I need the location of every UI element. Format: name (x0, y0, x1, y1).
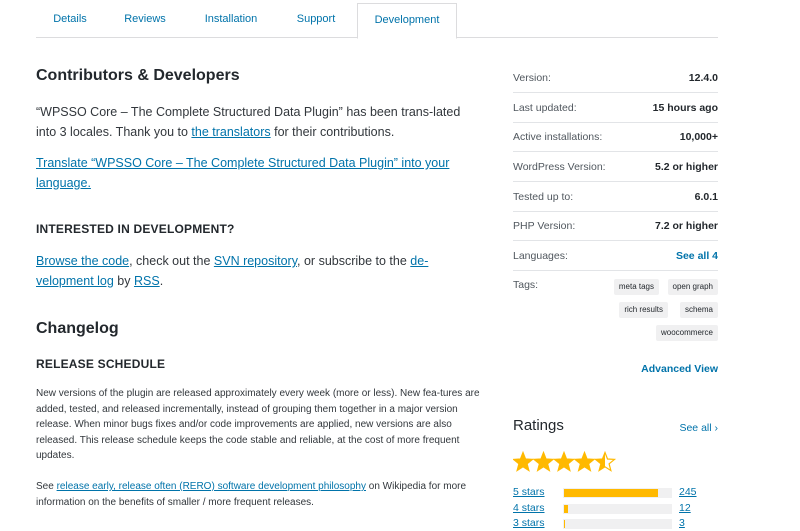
tag-woocommerce[interactable]: woocommerce (655, 325, 718, 341)
meta-label: Tested up to: (513, 191, 574, 203)
dev-text-1: , check out the (129, 254, 214, 268)
meta-label: Version: (513, 72, 551, 84)
browse-code-link[interactable]: Browse the code (36, 254, 129, 268)
translate-link[interactable]: Translate “WPSSO Core – The Complete Str… (36, 156, 449, 190)
meta-tested-up-to: Tested up to: 6.0.1 (513, 182, 718, 212)
meta-active-installations: Active installations: 10,000+ (513, 122, 718, 152)
rating-label[interactable]: 4 stars (513, 502, 545, 514)
development-paragraph: Browse the code, check out the SVN repos… (36, 252, 482, 291)
rating-label[interactable]: 3 stars (513, 517, 545, 529)
translate-link-line2: language. (36, 175, 91, 190)
meta-languages: Languages: See all 4 (513, 241, 718, 271)
meta-label: Languages: (513, 250, 568, 262)
meta-version: Version: 12.4.0 (513, 63, 718, 93)
rating-bar-fill (564, 489, 659, 497)
rating-count[interactable]: 245 (679, 486, 697, 498)
translate-link-line1: Translate “WPSSO Core – The Complete Str… (36, 156, 450, 170)
meta-value: 5.2 or higher (654, 161, 718, 173)
rating-count[interactable]: 3 (679, 517, 685, 529)
rero-paragraph: See release early, release often (RERO) … (36, 479, 482, 510)
rating-bar (563, 488, 672, 498)
meta-value-wrap: See all 4 (676, 250, 718, 262)
rating-count[interactable]: 12 (679, 502, 691, 514)
tag-meta-tags[interactable]: meta tags (613, 279, 659, 295)
star-icon (593, 451, 617, 472)
release-schedule-title: RELEASE SCHEDULE (36, 357, 166, 371)
changelog-title: Changelog (36, 320, 119, 337)
meta-label: Active installations: (513, 131, 603, 143)
rating-bar (563, 519, 672, 529)
star-rating (513, 451, 617, 472)
rating-row-5[interactable]: 5 stars 245 (513, 486, 718, 500)
translators-link[interactable]: the translators (191, 125, 270, 139)
rating-bar-fill (564, 505, 569, 513)
meta-value: 7.2 or higher (654, 220, 718, 232)
meta-last-updated: Last updated: 15 hours ago (513, 93, 718, 123)
ratings-see-all-link[interactable]: See all › (679, 422, 718, 434)
star-icon (552, 451, 576, 472)
dev-log-link-part1: de- (410, 254, 429, 268)
dev-text-4: . (159, 273, 164, 288)
meta-value: 10,000+ (679, 131, 718, 143)
rero-link[interactable]: release early, release often (RERO) soft… (57, 481, 366, 492)
meta-label: PHP Version: (513, 220, 576, 232)
rating-bar (563, 504, 672, 514)
star-icon (513, 451, 535, 472)
tab-installation[interactable]: Installation (186, 0, 276, 38)
release-schedule-paragraph: New versions of the plugin are released … (36, 388, 480, 461)
plugin-tabs: Details Reviews Installation Support Dev… (36, 0, 718, 39)
ratings-title: Ratings (513, 417, 564, 434)
rating-row-3[interactable]: 3 stars 3 (513, 517, 718, 531)
tag-rich-results[interactable]: rich results (619, 302, 668, 318)
meta-value: 12.4.0 (688, 72, 718, 84)
contributors-title: Contributors & Developers (36, 67, 240, 84)
meta-value: 15 hours ago (652, 102, 718, 114)
meta-wordpress-version: WordPress Version: 5.2 or higher (513, 152, 718, 182)
advanced-view-link[interactable]: Advanced View (641, 363, 718, 375)
see-text: See (36, 481, 57, 492)
meta-label: Last updated: (513, 102, 577, 114)
development-title: INTERESTED IN DEVELOPMENT? (36, 222, 235, 236)
tag-open-graph[interactable]: open graph (667, 279, 718, 295)
rating-label[interactable]: 5 stars (513, 486, 545, 498)
dev-log-link-part2: velopment log (36, 273, 114, 288)
star-icon (532, 451, 555, 472)
translated-paragraph: “WPSSO Core – The Complete Structured Da… (36, 103, 482, 142)
rss-link[interactable]: RSS (134, 274, 160, 288)
tab-reviews[interactable]: Reviews (108, 0, 182, 38)
svn-repository-link[interactable]: SVN repository (214, 254, 297, 268)
meta-label: WordPress Version: (513, 161, 606, 173)
see-all-label: See all (679, 422, 712, 434)
rating-row-4[interactable]: 4 stars 12 (513, 502, 718, 516)
dev-text-2: , or subscribe to the (297, 254, 411, 268)
dev-text-3: by (113, 273, 134, 288)
tab-support[interactable]: Support (280, 0, 352, 38)
translate-paragraph: Translate “WPSSO Core – The Complete Str… (36, 154, 482, 193)
meta-php-version: PHP Version: 7.2 or higher (513, 211, 718, 241)
meta-value: 6.0.1 (694, 191, 718, 203)
tab-details[interactable]: Details (36, 0, 104, 38)
chevron-right-icon: › (714, 422, 719, 434)
star-icon (573, 451, 596, 472)
tag-schema[interactable]: schema (679, 302, 718, 318)
translated-text-end: for their contributions. (270, 124, 395, 139)
tags-label: Tags: (513, 279, 539, 291)
tab-development[interactable]: Development (357, 3, 457, 39)
rating-bar-fill (564, 520, 566, 528)
languages-see-all-link[interactable]: See all 4 (676, 250, 718, 262)
